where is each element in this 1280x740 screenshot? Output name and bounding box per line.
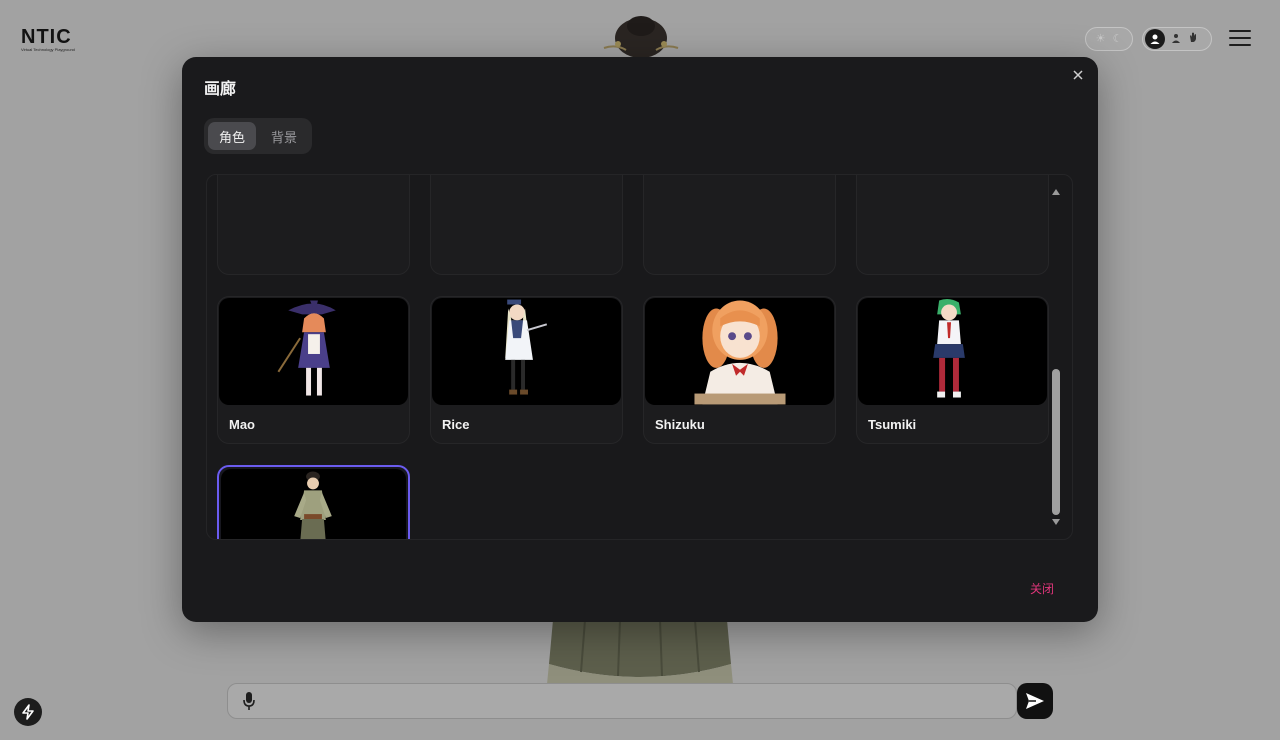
character-thumbnail	[219, 298, 408, 405]
scroll-up-arrow-icon[interactable]	[1052, 189, 1060, 195]
chat-input-bar	[227, 683, 1017, 719]
logo-text: NTIC	[21, 26, 72, 48]
background-character-head	[596, 14, 686, 58]
lightning-button[interactable]	[14, 698, 42, 726]
character-card-rice[interactable]: Rice	[430, 296, 623, 444]
character-card-mao[interactable]: Mao	[217, 296, 410, 444]
user-icon	[1145, 29, 1165, 49]
gallery-tabs: 角色 背景	[204, 118, 312, 154]
character-card-hidden[interactable]	[643, 175, 836, 275]
character-card-hidden[interactable]	[217, 175, 410, 275]
character-card-hidden[interactable]	[856, 175, 1049, 275]
gallery-modal: 画廊 角色 背景 Mao Rice Shizuku Tsumiki 关闭	[182, 57, 1098, 622]
microphone-icon[interactable]	[242, 691, 256, 711]
tab-characters[interactable]: 角色	[208, 122, 256, 150]
character-thumbnail	[221, 469, 406, 539]
scroll-thumb[interactable]	[1052, 369, 1060, 515]
moon-icon: ☾	[1112, 32, 1123, 45]
character-thumbnail	[432, 298, 621, 405]
character-card-diancha[interactable]: diancha	[217, 465, 410, 539]
logo-subtext: Virtual Technology Playground	[21, 47, 75, 52]
character-name: Shizuku	[655, 417, 705, 432]
sun-icon: ☀	[1095, 32, 1106, 45]
hand-icon	[1187, 30, 1199, 48]
tab-backgrounds[interactable]: 背景	[260, 122, 308, 150]
modal-title: 画廊	[204, 79, 237, 98]
chat-input[interactable]	[256, 684, 1016, 718]
background-character-skirt	[545, 619, 735, 684]
send-button[interactable]	[1017, 683, 1053, 719]
person-icon	[1171, 30, 1181, 48]
character-grid: Mao Rice Shizuku Tsumiki	[217, 175, 1051, 539]
character-name: Mao	[229, 417, 255, 432]
scroll-down-arrow-icon[interactable]	[1052, 519, 1060, 525]
gallery-scrollbar[interactable]	[1050, 185, 1062, 531]
character-thumbnail	[645, 298, 834, 405]
theme-toggle[interactable]: ☀ ☾	[1085, 27, 1133, 51]
character-card-tsumiki[interactable]: Tsumiki	[856, 296, 1049, 444]
character-name: Rice	[442, 417, 470, 432]
character-card-shizuku[interactable]: Shizuku	[643, 296, 836, 444]
mode-toggle[interactable]	[1142, 27, 1212, 51]
character-card-hidden[interactable]	[430, 175, 623, 275]
character-gallery[interactable]: Mao Rice Shizuku Tsumiki	[206, 174, 1073, 540]
close-icon[interactable]	[1068, 65, 1088, 85]
app-logo: NTIC Virtual Technology Playground	[21, 27, 83, 53]
character-name: Tsumiki	[868, 417, 917, 432]
hamburger-menu-icon[interactable]	[1229, 30, 1251, 48]
close-button[interactable]: 关闭	[1030, 580, 1054, 597]
lightning-icon	[22, 704, 34, 720]
character-thumbnail	[858, 298, 1047, 405]
send-icon	[1026, 693, 1044, 709]
